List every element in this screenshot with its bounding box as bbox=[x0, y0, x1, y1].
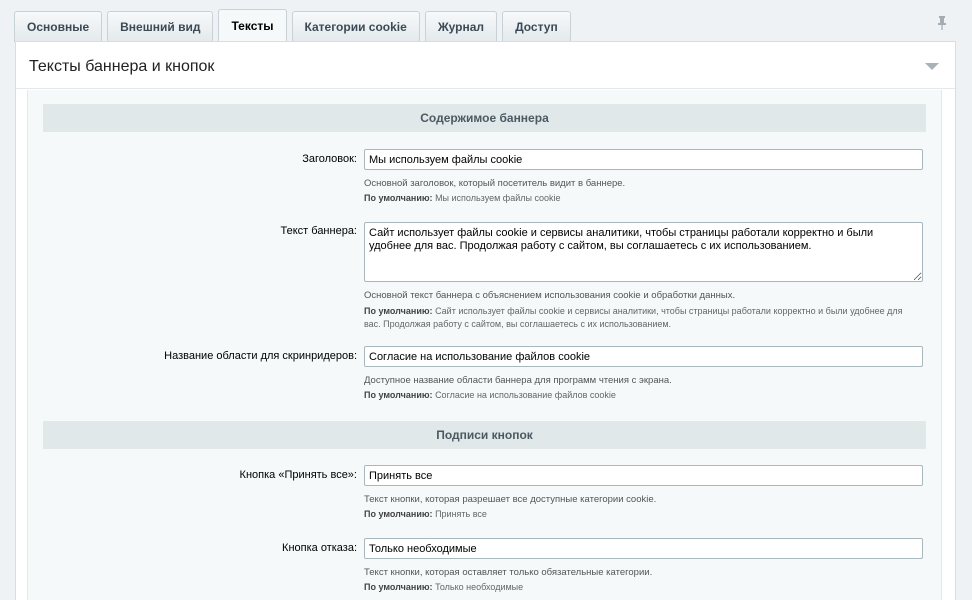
heading-label: Заголовок: bbox=[302, 153, 357, 165]
tab-access[interactable]: Доступ bbox=[502, 11, 571, 42]
accept-all-hint: Текст кнопки, которая разрешает все дост… bbox=[364, 494, 657, 505]
default-prefix: По умолчанию: bbox=[364, 582, 433, 592]
reject-hint: Текст кнопки, которая оставляет только о… bbox=[364, 567, 653, 578]
default-prefix: По умолчанию: bbox=[364, 306, 433, 316]
default-prefix: По умолчанию: bbox=[364, 390, 433, 400]
aria-label-default: По умолчанию: Согласие на использование … bbox=[364, 389, 919, 402]
reject-default-value: Только необходимые bbox=[435, 582, 524, 592]
texts-panel: Тексты баннера и кнопок Содержимое банне… bbox=[15, 41, 956, 600]
aria-label-default-value: Согласие на использование файлов cookie bbox=[435, 390, 616, 400]
accept-all-input[interactable] bbox=[364, 465, 923, 486]
section-banner-content: Содержимое баннера bbox=[43, 104, 926, 132]
panel-header[interactable]: Тексты баннера и кнопок bbox=[16, 42, 955, 89]
accept-all-default: По умолчанию: Принять все bbox=[364, 508, 919, 521]
accept-all-default-value: Принять все bbox=[435, 509, 487, 519]
aria-label-label: Название области для скринридеров: bbox=[164, 350, 357, 362]
accept-all-label: Кнопка «Принять все»: bbox=[239, 469, 357, 481]
heading-input[interactable] bbox=[364, 149, 923, 170]
heading-hint: Основной заголовок, который посетитель в… bbox=[364, 178, 626, 189]
tab-log[interactable]: Журнал bbox=[424, 11, 498, 42]
reject-label: Кнопка отказа: bbox=[282, 542, 357, 554]
banner-text-label: Текст баннера: bbox=[280, 225, 357, 237]
tab-cookie-categories[interactable]: Категории cookie bbox=[291, 11, 420, 42]
heading-default: По умолчанию: Мы используем файлы cookie bbox=[364, 192, 919, 205]
aria-label-input[interactable] bbox=[364, 346, 923, 367]
default-prefix: По умолчанию: bbox=[364, 193, 433, 203]
reject-default: По умолчанию: Только необходимые bbox=[364, 581, 919, 594]
banner-text-default: По умолчанию: Сайт использует файлы cook… bbox=[364, 305, 919, 331]
default-prefix: По умолчанию: bbox=[364, 509, 433, 519]
aria-label-hint: Доступное название области баннера для п… bbox=[364, 375, 672, 386]
banner-text-hint: Основной текст баннера с объяснением исп… bbox=[364, 290, 736, 301]
tab-texts[interactable]: Тексты bbox=[218, 9, 287, 42]
panel-title: Тексты баннера и кнопок bbox=[29, 58, 215, 75]
section-button-labels: Подписи кнопок bbox=[43, 421, 926, 449]
banner-text-textarea[interactable]: Сайт использует файлы cookie и сервисы а… bbox=[364, 222, 923, 282]
triangle-down-icon[interactable] bbox=[925, 63, 939, 71]
tab-appearance[interactable]: Внешний вид bbox=[107, 11, 214, 42]
tab-bar: Основные Внешний вид Тексты Категории co… bbox=[14, 9, 576, 42]
pin-icon[interactable] bbox=[937, 16, 947, 30]
tab-general[interactable]: Основные bbox=[14, 11, 103, 42]
form-content: Содержимое баннера Заголовок: Основной з… bbox=[27, 90, 942, 600]
heading-default-value: Мы используем файлы cookie bbox=[435, 193, 561, 203]
banner-text-default-value: Сайт использует файлы cookie и сервисы а… bbox=[364, 306, 903, 329]
reject-input[interactable] bbox=[364, 538, 923, 559]
